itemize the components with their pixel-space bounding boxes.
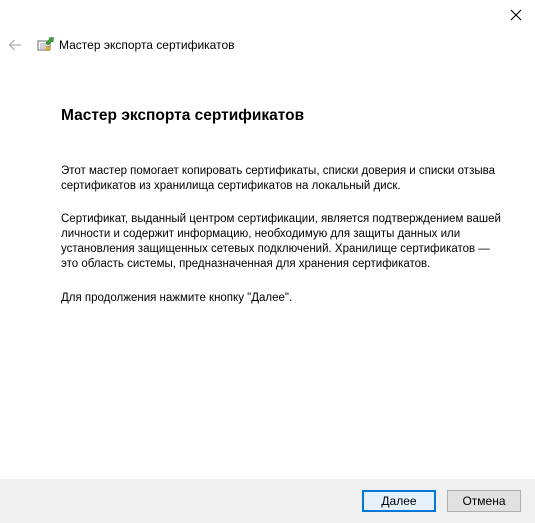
page-heading: Мастер экспорта сертификатов xyxy=(61,107,305,124)
cancel-button[interactable]: Отмена xyxy=(447,490,521,512)
continue-instruction: Для продолжения нажмите кнопку "Далее". xyxy=(61,292,293,304)
wizard-header: Мастер экспорта сертификатов xyxy=(0,34,500,56)
window-title: Мастер экспорта сертификатов xyxy=(59,38,235,52)
next-button-label: Далее xyxy=(381,494,417,508)
next-button[interactable]: Далее xyxy=(362,490,436,512)
back-arrow-icon xyxy=(8,39,21,51)
certificate-icon xyxy=(37,37,54,52)
close-icon xyxy=(510,9,522,21)
intro-paragraph: Этот мастер помогает копировать сертифик… xyxy=(61,165,495,192)
close-button[interactable] xyxy=(497,0,535,30)
certificate-info-paragraph: Сертификат, выданный центром сертификаци… xyxy=(61,213,501,270)
wizard-footer: Далее Отмена xyxy=(0,479,535,523)
certificate-export-wizard-window: Мастер экспорта сертификатов Мастер эксп… xyxy=(0,0,535,523)
back-button[interactable] xyxy=(6,36,24,54)
